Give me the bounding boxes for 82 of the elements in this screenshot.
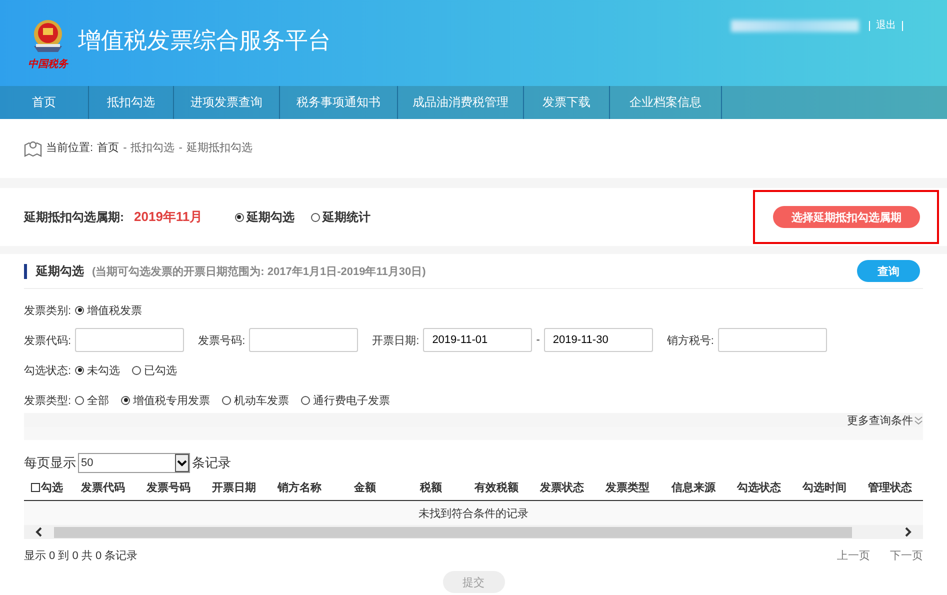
field-label: 销方税号: <box>666 334 714 348</box>
column-header: 勾选 <box>41 480 63 494</box>
nav-tab[interactable]: 发票下载 <box>524 86 610 119</box>
next-page-link[interactable]: 下一页 <box>890 548 923 562</box>
section-title: 延期勾选 <box>36 262 84 280</box>
radio-label: 延期统计 <box>322 208 371 226</box>
chevron-down-icon <box>914 416 923 424</box>
column-header: 管理状态 <box>867 480 914 494</box>
period-label: 延期抵扣勾选属期: <box>24 208 124 226</box>
radio-label: 增值税发票 <box>87 304 142 318</box>
radio-label: 增值税专用发票 <box>133 394 210 408</box>
page-size-label: 每页显示 <box>24 454 76 472</box>
radio-button[interactable] <box>234 212 244 222</box>
column-header: 开票日期 <box>211 480 258 494</box>
column-header: 发票号码 <box>145 480 192 494</box>
scrollbar-thumb[interactable] <box>54 526 852 538</box>
scroll-right-icon[interactable] <box>903 527 913 537</box>
radio-button[interactable] <box>301 396 310 404</box>
column-header: 发票代码 <box>80 480 126 494</box>
column-header: 勾选时间 <box>801 480 848 494</box>
input-field[interactable] <box>718 328 827 352</box>
field-label: 开票日期: <box>372 334 420 348</box>
query-button[interactable]: 查询 <box>857 260 920 282</box>
radio-label: 机动车发票 <box>234 394 290 408</box>
filter-label: 发票类别: <box>24 304 72 318</box>
record-count: 显示 0 到 0 共 0 条记录 <box>24 548 138 562</box>
input-field[interactable] <box>249 328 358 352</box>
checkbox[interactable] <box>31 482 40 492</box>
scroll-left-icon[interactable] <box>34 527 44 537</box>
field-label: 发票号码: <box>198 334 246 348</box>
prev-page-link[interactable]: 上一页 <box>837 548 870 562</box>
page-size-label: 条记录 <box>192 454 231 472</box>
nav-tab[interactable]: 成品油消费税管理 <box>398 86 524 119</box>
column-header: 信息来源 <box>670 480 716 494</box>
nav-tab[interactable]: 税务事项通知书 <box>280 86 398 119</box>
radio-button[interactable] <box>132 366 142 374</box>
nav-tab[interactable]: 抵扣勾选 <box>89 86 174 119</box>
radio-label: 延期勾选 <box>246 208 295 226</box>
breadcrumb-link[interactable]: 抵扣勾选 <box>130 140 175 155</box>
more-conditions-link[interactable]: 更多查询条件 <box>847 413 923 427</box>
nav-tab[interactable]: 进项发票查询 <box>174 86 280 119</box>
column-header: 金额 <box>352 480 378 494</box>
date-range-note: (当期可勾选发票的开票日期范围为: 2017年1月1日-2019年11月30日) <box>92 264 426 278</box>
nav-tab[interactable]: 首页 <box>0 86 89 119</box>
radio-label: 未勾选 <box>87 364 120 378</box>
column-header: 税额 <box>418 480 443 494</box>
site-title: 增值税发票综合服务平台 <box>78 26 331 54</box>
column-header: 有效税额 <box>473 480 520 494</box>
breadcrumb-label: 当前位置: <box>46 141 94 155</box>
period-value: 2019年11月 <box>134 208 203 226</box>
radio-label: 全部 <box>87 394 110 408</box>
section-marker <box>24 264 27 278</box>
field-label: 发票代码: <box>24 334 72 348</box>
radio-button[interactable] <box>75 396 84 404</box>
nav-tab[interactable]: 企业档案信息 <box>610 86 722 119</box>
empty-message: 未找到符合条件的记录 <box>418 506 528 520</box>
select-period-button[interactable]: 选择延期抵扣勾选属期 <box>773 206 920 228</box>
date-field[interactable]: 2019-11-01 <box>423 328 532 352</box>
radio-label: 已勾选 <box>144 364 178 378</box>
filter-label: 勾选状态: <box>24 364 72 378</box>
logout-link[interactable]: 退出 <box>869 21 903 31</box>
radio-button[interactable] <box>121 396 130 404</box>
column-header: 发票类型 <box>604 480 651 494</box>
date-field[interactable]: 2019-11-30 <box>544 328 653 352</box>
radio-button[interactable] <box>75 306 84 314</box>
range-separator: - <box>536 334 540 346</box>
breadcrumb-link[interactable]: 延期抵扣勾选 <box>186 140 252 155</box>
radio-button[interactable] <box>75 366 84 374</box>
logo-caption: 中国税务 <box>28 58 68 70</box>
radio-button[interactable] <box>222 396 232 404</box>
page-size-select[interactable]: 50 <box>78 453 190 473</box>
column-header: 发票状态 <box>538 480 586 494</box>
breadcrumb-separator: - <box>178 142 182 154</box>
filter-label: 发票类型: <box>24 394 72 408</box>
radio-button[interactable] <box>310 212 320 222</box>
input-field[interactable] <box>75 328 184 352</box>
breadcrumb-link[interactable]: 首页 <box>97 140 120 155</box>
column-header: 勾选状态 <box>736 480 782 494</box>
breadcrumb-separator: - <box>123 142 127 154</box>
column-header: 销方名称 <box>276 480 323 494</box>
radio-label: 通行费电子发票 <box>313 394 390 408</box>
map-pin-icon <box>24 138 42 156</box>
